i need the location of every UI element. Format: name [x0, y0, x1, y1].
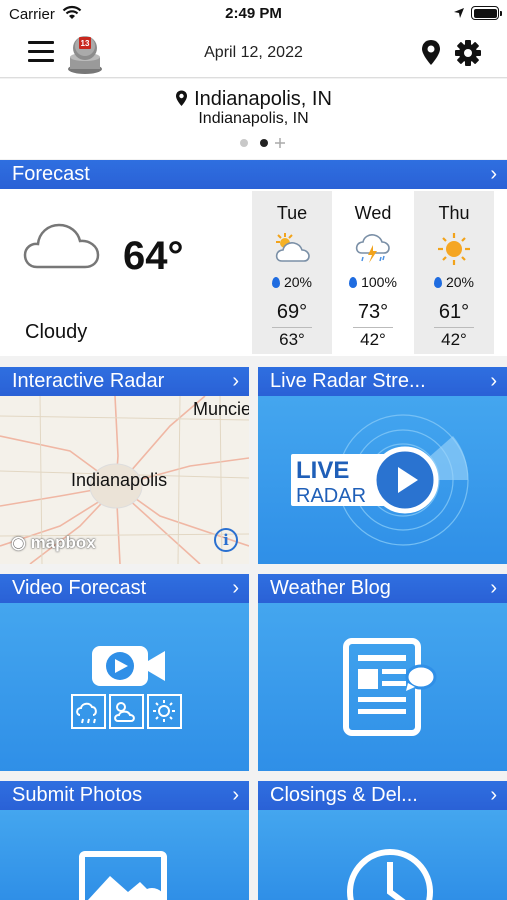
page-dot	[240, 139, 248, 147]
low-temp: 42°	[441, 330, 467, 349]
divider	[434, 327, 474, 328]
forecast-panel[interactable]: 64° Cloudy Tue 20% 69° 63° Wed 100% 73° …	[0, 189, 507, 356]
weather-blog-tile[interactable]: Weather Blog ›	[258, 574, 507, 771]
divider	[353, 327, 393, 328]
location-pin-icon[interactable]	[420, 39, 442, 67]
chevron-right-icon: ›	[490, 784, 497, 806]
interactive-radar-tile[interactable]: Interactive Radar › Muncie Indianapolis …	[0, 367, 249, 564]
divider	[272, 327, 312, 328]
status-bar: Carrier 2:49 PM	[0, 0, 507, 28]
raindrop-icon	[349, 277, 358, 288]
precip-chance: 100%	[333, 274, 413, 290]
interactive-radar-header: Interactive Radar ›	[0, 367, 249, 396]
submit-photos-body	[0, 810, 249, 900]
thunderstorm-icon	[355, 234, 390, 263]
forecast-title: Forecast	[12, 163, 90, 185]
forecast-day[interactable]: Tue 20% 69° 63°	[252, 191, 332, 354]
current-temperature: 64°	[123, 234, 184, 278]
submit-photos-tile[interactable]: Submit Photos ›	[0, 781, 249, 900]
current-conditions: 64° Cloudy	[0, 189, 249, 356]
chevron-right-icon: ›	[232, 784, 239, 806]
low-temp: 42°	[360, 330, 386, 349]
high-temp: 73°	[357, 301, 389, 323]
closings-delays-tile[interactable]: Closings & Del... ›	[258, 781, 507, 900]
svg-text:LIVE: LIVE	[296, 457, 349, 484]
live-radar-icon: LIVE RADAR	[291, 414, 469, 546]
top-nav: 13 April 12, 2022	[0, 28, 507, 78]
video-forecast-header: Video Forecast ›	[0, 574, 249, 603]
precip-chance: 20%	[414, 274, 494, 290]
mapbox-attribution: ◉ mapbox	[11, 533, 96, 552]
page-indicator[interactable]	[238, 137, 288, 149]
tile-title: Weather Blog	[270, 577, 391, 599]
partly-cloudy-icon	[275, 233, 310, 262]
precip-chance: 20%	[252, 274, 332, 290]
raindrop-icon	[433, 277, 442, 288]
location-city: Indianapolis, IN	[0, 88, 507, 111]
day-name: Tue	[276, 203, 308, 223]
photo-icon	[79, 851, 167, 900]
day-name: Wed	[354, 203, 392, 223]
city-name: Indianapolis, IN	[194, 88, 332, 110]
svg-text:RADAR: RADAR	[296, 485, 366, 507]
low-temp: 63°	[279, 330, 305, 349]
weather-blog-body	[258, 603, 507, 771]
location-pin-icon	[176, 90, 188, 106]
submit-photos-header: Submit Photos ›	[0, 781, 249, 810]
tile-title: Interactive Radar	[12, 370, 165, 392]
add-location-icon[interactable]	[274, 137, 286, 149]
tile-title: Submit Photos	[12, 784, 143, 806]
settings-gear-icon[interactable]	[454, 39, 482, 67]
chevron-right-icon: ›	[490, 370, 497, 392]
chevron-right-icon: ›	[490, 577, 497, 599]
radar-map[interactable]: Muncie Indianapolis ◉ mapbox i	[0, 396, 249, 564]
map-label: Muncie	[193, 399, 249, 419]
tile-title: Closings & Del...	[270, 784, 418, 806]
chevron-right-icon: ›	[490, 163, 497, 185]
sunny-icon	[438, 233, 470, 265]
video-camera-icon	[71, 646, 182, 729]
raindrop-icon	[271, 277, 280, 288]
live-radar-body: LIVE RADAR	[258, 396, 507, 564]
tile-title: Live Radar Stre...	[270, 370, 426, 392]
chevron-right-icon: ›	[232, 577, 239, 599]
closings-header: Closings & Del... ›	[258, 781, 507, 810]
location-header[interactable]: Indianapolis, IN Indianapolis, IN	[0, 79, 507, 159]
forecast-header[interactable]: Forecast ›	[0, 160, 507, 189]
day-name: Thu	[438, 203, 470, 223]
video-forecast-body	[0, 603, 249, 771]
clock-icon	[347, 849, 433, 900]
cloud-icon	[23, 223, 100, 269]
location-subtitle: Indianapolis, IN	[198, 110, 309, 127]
battery-icon	[471, 6, 502, 20]
live-radar-header: Live Radar Stre... ›	[258, 367, 507, 396]
closings-body	[258, 810, 507, 900]
clock: 2:49 PM	[225, 5, 282, 22]
forecast-day[interactable]: Wed 100% 73° 42°	[333, 191, 413, 354]
tile-title: Video Forecast	[12, 577, 147, 599]
forecast-day[interactable]: Thu 20% 61° 42°	[414, 191, 494, 354]
high-temp: 69°	[276, 301, 308, 323]
current-condition: Cloudy	[25, 321, 88, 343]
weather-blog-header: Weather Blog ›	[258, 574, 507, 603]
live-radar-tile[interactable]: Live Radar Stre... › LIVE RADAR	[258, 367, 507, 564]
video-forecast-tile[interactable]: Video Forecast ›	[0, 574, 249, 771]
blog-document-icon	[343, 638, 437, 736]
location-arrow-icon	[454, 8, 464, 18]
high-temp: 61°	[438, 301, 470, 323]
info-icon[interactable]: i	[214, 528, 238, 552]
map-label: Indianapolis	[71, 470, 168, 490]
chevron-right-icon: ›	[232, 370, 239, 392]
page-dot-active	[260, 139, 268, 147]
